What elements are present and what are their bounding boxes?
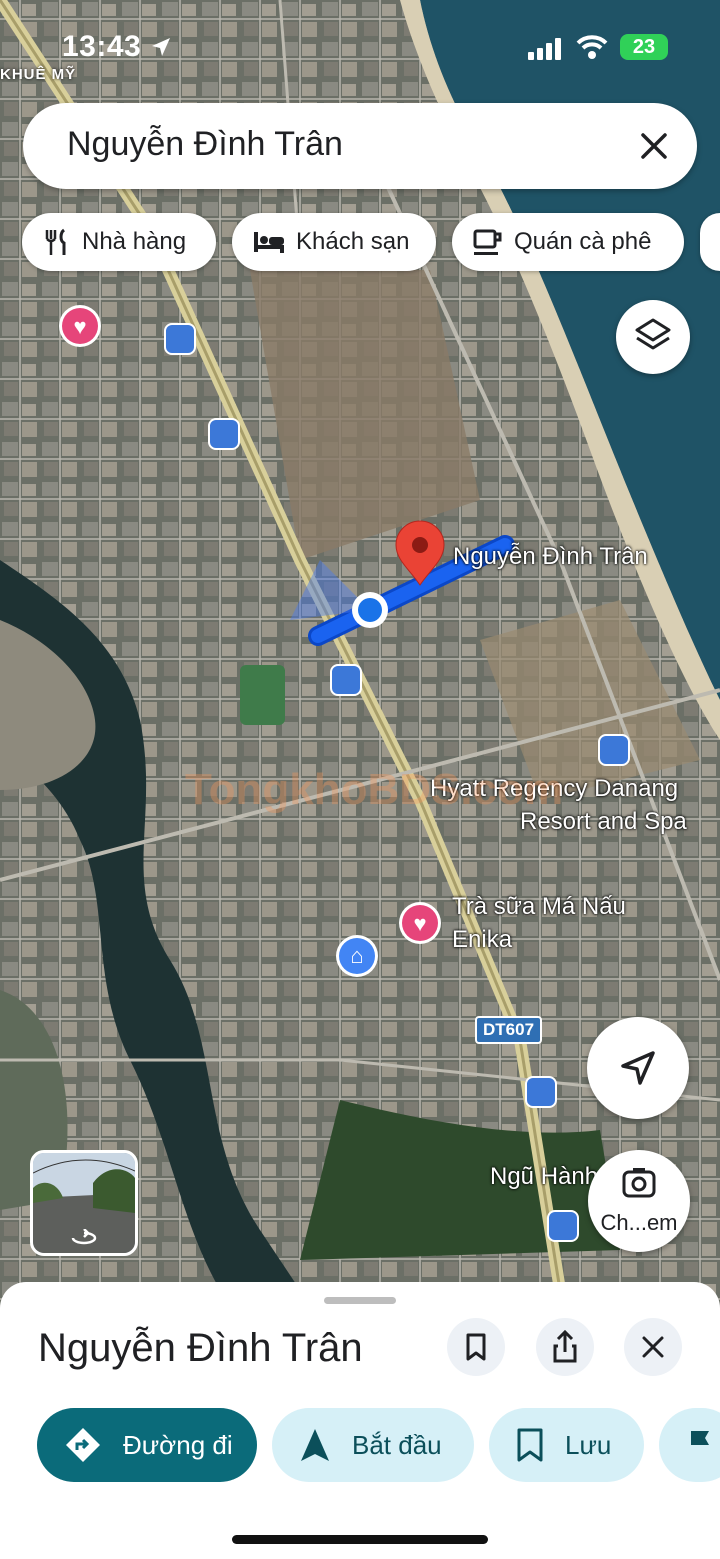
close-icon[interactable] xyxy=(635,127,673,165)
close-icon xyxy=(642,1336,664,1358)
road-number-badge: DT607 xyxy=(475,1016,543,1044)
chip-restaurants[interactable]: Nhà hàng xyxy=(22,213,216,271)
directions-button[interactable]: Đường đi xyxy=(37,1408,257,1482)
layers-icon xyxy=(635,318,671,350)
drag-handle[interactable] xyxy=(324,1297,396,1304)
save-label: Lưu xyxy=(565,1429,612,1460)
street-view-thumbnail[interactable] xyxy=(30,1150,138,1256)
chip-more[interactable] xyxy=(700,213,720,271)
share-icon xyxy=(553,1329,577,1363)
save-button[interactable] xyxy=(447,1318,505,1376)
bus-stop-icon[interactable] xyxy=(164,323,196,355)
search-bar[interactable]: Nguyễn Đình Trân xyxy=(23,103,697,189)
camera-search-button[interactable]: Ch...em xyxy=(588,1150,690,1252)
map-area-label: KHUÊ MỸ xyxy=(0,66,77,83)
directions-icon xyxy=(66,1428,100,1462)
saved-place-heart-icon[interactable]: ♥ xyxy=(399,902,441,944)
start-button[interactable]: Bắt đầu xyxy=(272,1408,474,1482)
navigation-arrow-icon xyxy=(621,1051,655,1085)
home-indicator xyxy=(232,1535,488,1544)
bus-stop-icon[interactable] xyxy=(547,1210,579,1242)
camera-search-label: Ch...em xyxy=(600,1210,678,1235)
cafe-label-line1[interactable]: Trà sữa Má Nấu xyxy=(452,893,626,921)
place-bottom-sheet[interactable]: Nguyễn Đình Trân Đường đi Bắt đầu Lưu xyxy=(0,1282,720,1559)
watermark: TongkhoBDS.com xyxy=(185,765,564,814)
bus-stop-icon[interactable] xyxy=(525,1076,557,1108)
cellular-signal-icon xyxy=(528,38,561,60)
save-action-button[interactable]: Lưu xyxy=(489,1408,644,1482)
area-label: Ngũ Hành xyxy=(490,1163,599,1190)
battery-indicator: 23 xyxy=(620,34,668,60)
coffee-icon xyxy=(473,229,502,255)
home-marker-icon[interactable]: ⌂ xyxy=(336,935,378,977)
status-bar: 13:43 23 xyxy=(0,0,720,90)
saved-place-heart-icon[interactable]: ♥ xyxy=(59,305,101,347)
bus-stop-icon[interactable] xyxy=(208,418,240,450)
more-action-button[interactable] xyxy=(659,1408,720,1482)
directions-label: Đường đi xyxy=(123,1429,233,1460)
chip-label: Khách sạn xyxy=(296,228,410,255)
bus-stop-icon[interactable] xyxy=(598,734,630,766)
start-label: Bắt đầu xyxy=(352,1429,442,1460)
cafe-label-line2[interactable]: Enika xyxy=(452,926,512,954)
camera-icon xyxy=(622,1168,656,1198)
bus-stop-icon[interactable] xyxy=(330,664,362,696)
flag-icon xyxy=(691,1431,709,1460)
rotate-360-icon xyxy=(71,1229,97,1245)
restaurant-icon xyxy=(45,228,66,255)
hotel-icon xyxy=(254,232,284,253)
search-input[interactable]: Nguyễn Đình Trân xyxy=(67,125,343,164)
chip-label: Nhà hàng xyxy=(82,228,187,255)
location-services-icon xyxy=(152,38,170,56)
chip-hotels[interactable]: Khách sạn xyxy=(232,213,436,271)
place-title: Nguyễn Đình Trân xyxy=(38,1326,363,1370)
bookmark-icon xyxy=(466,1333,486,1361)
clock: 13:43 xyxy=(62,30,142,63)
bookmark-icon xyxy=(517,1428,543,1462)
wifi-icon xyxy=(576,35,608,59)
chip-label: Quán cà phê xyxy=(514,228,652,255)
navigation-arrow-icon xyxy=(301,1429,329,1461)
close-sheet-button[interactable] xyxy=(624,1318,682,1376)
layers-button[interactable] xyxy=(616,300,690,374)
chip-cafes[interactable]: Quán cà phê xyxy=(452,213,684,271)
my-location-button[interactable] xyxy=(587,1017,689,1119)
place-label[interactable]: Nguyễn Đình Trân xyxy=(453,543,648,571)
share-button[interactable] xyxy=(536,1318,594,1376)
